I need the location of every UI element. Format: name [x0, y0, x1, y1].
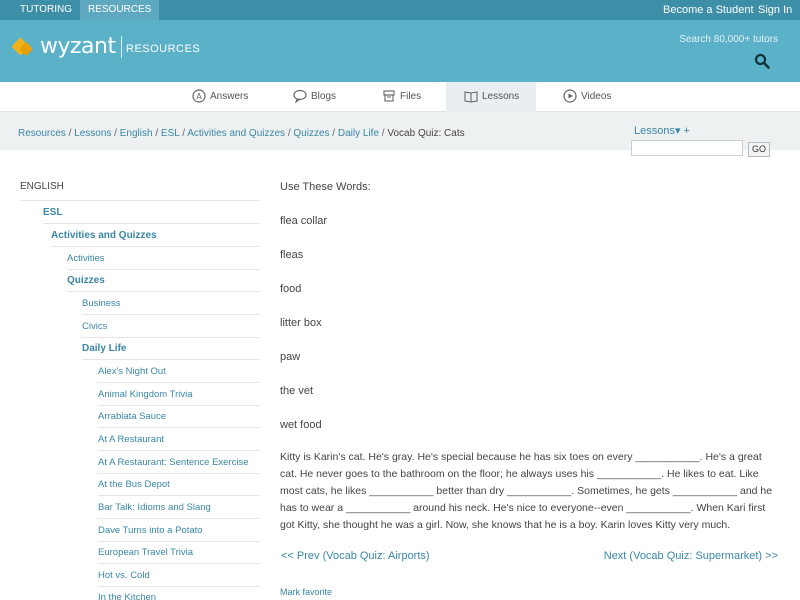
site-header: wyzant RESOURCES Search 80,000+ tutors: [0, 20, 800, 82]
nav-answers[interactable]: A Answers: [186, 82, 254, 112]
word-bank-item: fleas: [280, 249, 304, 261]
crumb-daily-life[interactable]: Daily Life: [338, 128, 379, 139]
sidebar-item-alexs-night-out[interactable]: Alex's Night Out: [98, 366, 166, 377]
go-button[interactable]: GO: [748, 142, 770, 157]
nav-lessons[interactable]: Lessons: [446, 82, 536, 112]
crumb-activities-quizzes[interactable]: Activities and Quizzes: [187, 128, 285, 139]
sidebar-item-at-the-bus-depot[interactable]: At the Bus Depot: [98, 479, 170, 490]
answers-icon: A: [192, 89, 206, 103]
sidebar-item-hot-vs-cold[interactable]: Hot vs. Cold: [98, 570, 150, 581]
crumb-lessons[interactable]: Lessons: [74, 128, 111, 139]
sidebar-item-esl[interactable]: ESL: [43, 207, 62, 218]
tab-tutoring[interactable]: TUTORING: [12, 0, 80, 20]
crumb-quizzes[interactable]: Quizzes: [293, 128, 329, 139]
sidebar-item-daily-life[interactable]: Daily Life: [82, 343, 126, 354]
sidebar-item-animal-kingdom-trivia[interactable]: Animal Kingdom Trivia: [98, 389, 193, 400]
logo-wordmark: wyzant: [40, 34, 116, 59]
sidebar-item-arrabiata-sauce[interactable]: Arrabiata Sauce: [98, 411, 166, 422]
word-bank-item: the vet: [280, 385, 314, 397]
nav-blogs[interactable]: Blogs: [287, 82, 342, 112]
crumb-current: Vocab Quiz: Cats: [387, 128, 465, 139]
sidebar-item-activities-and-quizzes[interactable]: Activities and Quizzes: [51, 230, 157, 241]
logo-divider: [121, 36, 122, 58]
sidebar-item-business[interactable]: Business: [82, 298, 121, 309]
prev-lesson-link[interactable]: << Prev (Vocab Quiz: Airports): [281, 550, 430, 562]
word-bank-heading: Use These Words:: [280, 181, 371, 193]
sidebar-item-dave-turns-into-a-potato[interactable]: Dave Turns into a Potato: [98, 525, 203, 536]
nav-lessons-label: Lessons: [482, 91, 520, 102]
crumb-resources[interactable]: Resources: [18, 128, 66, 139]
word-bank-item: wet food: [280, 419, 322, 431]
nav-files-label: Files: [400, 91, 422, 102]
tutor-search-hint: Search 80,000+ tutors: [679, 34, 778, 45]
lessons-search-input[interactable]: [631, 140, 743, 156]
top-utility-bar: TUTORING RESOURCES Become a Student Sign…: [0, 0, 800, 20]
sidebar-item-european-travel-trivia[interactable]: European Travel Trivia: [98, 547, 193, 558]
svg-text:A: A: [196, 92, 202, 101]
next-lesson-link[interactable]: Next (Vocab Quiz: Supermarket) >>: [604, 550, 778, 562]
word-bank-item: food: [280, 283, 302, 295]
main-nav: A Answers Blogs Files Lessons Videos: [0, 82, 800, 112]
nav-answers-label: Answers: [210, 91, 249, 102]
mark-favorite-link[interactable]: Mark favorite: [280, 587, 332, 597]
search-scope-dropdown[interactable]: Lessons▾ +: [634, 124, 690, 137]
nav-videos-label: Videos: [581, 91, 612, 102]
sign-in-link[interactable]: Sign In: [758, 0, 792, 20]
sidebar-item-at-a-restaurant-sentence-exercise[interactable]: At A Restaurant: Sentence Exercise: [98, 457, 249, 468]
play-icon: [563, 89, 577, 103]
lessons-book-icon: [464, 91, 478, 103]
word-bank-item: paw: [280, 351, 301, 363]
nav-files[interactable]: Files: [376, 82, 427, 112]
sidebar-heading: ENGLISH: [20, 181, 64, 192]
sidebar-item-at-a-restaurant[interactable]: At A Restaurant: [98, 434, 164, 445]
breadcrumb: Resources / Lessons / English / ESL / Ac…: [18, 128, 465, 139]
search-icon[interactable]: [754, 53, 770, 69]
sidebar-item-quizzes[interactable]: Quizzes: [67, 275, 105, 286]
nav-blogs-label: Blogs: [311, 91, 337, 102]
sidebar-item-civics[interactable]: Civics: [82, 321, 107, 332]
blogs-icon: [293, 90, 307, 104]
logo-section-label: RESOURCES: [126, 43, 201, 55]
sidebar-item-in-the-kitchen[interactable]: In the Kitchen: [98, 592, 156, 600]
sidebar-item-activities[interactable]: Activities: [67, 253, 104, 264]
crumb-english[interactable]: English: [120, 128, 153, 139]
word-bank-item: litter box: [280, 317, 322, 329]
crumb-esl[interactable]: ESL: [161, 128, 180, 139]
sidebar-item-bar-talk[interactable]: Bar Talk: Idioms and Slang: [98, 502, 211, 513]
nav-videos[interactable]: Videos: [557, 82, 617, 112]
files-icon: [383, 90, 395, 102]
become-student-link[interactable]: Become a Student: [663, 0, 754, 20]
quiz-story-paragraph: Kitty is Karin's cat. He's gray. He's sp…: [280, 451, 773, 531]
tab-resources[interactable]: RESOURCES: [80, 0, 160, 20]
word-bank-item: flea collar: [280, 215, 328, 227]
